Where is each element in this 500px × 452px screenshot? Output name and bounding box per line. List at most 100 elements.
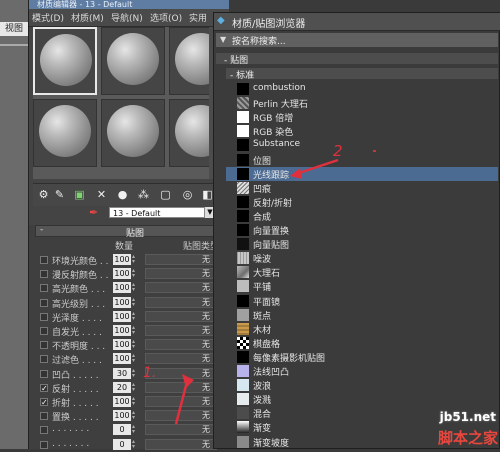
spinner-arrows-icon[interactable]: ▴ ▾ [132,353,138,364]
map-amount-spinner[interactable]: 100 [113,353,131,365]
map-list-item[interactable]: 平面镜 [226,294,498,308]
spinner-arrows-icon[interactable]: ▴ ▾ [132,424,138,435]
map-amount-spinner[interactable]: 100 [113,410,131,422]
map-list-item[interactable]: 合成 [226,209,498,223]
map-list-item[interactable]: 光线跟踪 [226,166,498,181]
spinner-arrows-icon[interactable]: ▴ ▾ [132,325,138,336]
assign-material-icon[interactable]: ▣ [73,188,86,201]
map-enable-checkbox[interactable]: ✓ [40,398,48,407]
maps-group-header[interactable]: - 贴图 [216,53,498,66]
menu-navigation[interactable]: 导航(N) [111,11,143,24]
map-slot-button[interactable]: 无 [145,353,217,365]
map-slot-button[interactable]: 无 [145,339,217,351]
menu-mode[interactable]: 模式(D) [32,11,64,24]
map-list-item[interactable]: combustion [226,82,498,96]
map-amount-spinner[interactable]: 100 [113,296,131,308]
sample-slot[interactable] [33,27,97,95]
map-list-item[interactable]: RGB 染色 [226,124,498,138]
sample-slot[interactable] [101,27,165,95]
map-amount-spinner[interactable]: 0 [113,438,131,450]
map-enable-checkbox[interactable] [40,440,48,449]
map-enable-checkbox[interactable] [40,256,48,264]
map-enable-checkbox[interactable] [40,270,48,279]
spinner-arrows-icon[interactable]: ▴ ▾ [132,268,138,279]
standard-group-header[interactable]: - 标准 [226,68,498,81]
spinner-arrows-icon[interactable]: ▴ ▾ [132,381,138,393]
map-enable-checkbox[interactable] [40,284,48,293]
map-enable-checkbox[interactable] [40,355,48,364]
map-enable-checkbox[interactable]: ✓ [40,383,48,392]
material-id-icon[interactable]: ◎ [181,188,194,201]
spinner-arrows-icon[interactable]: ▴ ▾ [132,282,138,293]
menu-utilities[interactable]: 实用 [189,11,207,24]
map-amount-spinner[interactable]: 100 [113,325,131,336]
map-list-item[interactable]: 波浪 [226,378,498,392]
map-slot-button[interactable]: 无 [145,282,217,294]
search-options-icon[interactable]: ▼ [220,35,226,44]
map-amount-spinner[interactable]: 0 [113,424,131,436]
map-list-item[interactable]: 大理石 [226,265,498,279]
get-material-icon[interactable]: ⚙ [37,188,50,201]
put-to-library-icon[interactable]: ▢ [159,188,172,201]
map-list-item[interactable]: RGB 倍增 [226,110,498,124]
map-list-item[interactable]: 凹痕 [226,181,498,195]
map-list-item[interactable]: 棋盘格 [226,336,498,350]
map-list-item[interactable]: 反射/折射 [226,195,498,209]
spinner-arrows-icon[interactable]: ▴ ▾ [132,296,138,308]
make-unique-icon[interactable]: ⁂ [137,188,150,201]
map-enable-checkbox[interactable] [40,426,48,435]
map-enable-checkbox[interactable] [40,341,48,350]
menu-material[interactable]: 材质(M) [71,11,104,24]
map-amount-spinner[interactable]: 100 [113,396,131,407]
map-amount-spinner[interactable]: 100 [113,268,131,280]
map-list-item[interactable]: 向量贴图 [226,237,498,251]
spinner-arrows-icon[interactable]: ▴ ▾ [132,396,138,407]
map-list-item[interactable]: 位图 [226,153,498,167]
sample-slot[interactable] [33,99,97,167]
map-enable-checkbox[interactable] [40,412,48,421]
map-list-item[interactable]: 每像素摄影机贴图 [226,350,498,364]
map-list-item[interactable]: 泼溅 [226,392,498,406]
map-amount-spinner[interactable]: 30 [113,367,131,379]
map-amount-spinner[interactable]: 100 [113,282,131,294]
map-amount-spinner[interactable]: 100 [113,254,131,265]
spinner-arrows-icon[interactable]: ▴ ▾ [132,410,138,421]
copy-material-icon[interactable]: ● [116,188,129,201]
spinner-arrows-icon[interactable]: ▴ ▾ [132,367,138,379]
map-list-item[interactable]: 噪波 [226,251,498,265]
reset-map-icon[interactable]: ✕ [95,188,108,201]
maps-rollout-title: 贴图 [126,229,145,239]
eyedropper-icon[interactable]: ✒ [89,207,101,219]
maps-rollout-header[interactable]: - 贴图 [35,225,225,239]
spinner-arrows-icon[interactable]: ▴ ▾ [132,339,138,350]
map-list-item[interactable]: 向量置换 [226,223,498,237]
map-list-item[interactable]: Substance [226,138,498,152]
map-enable-checkbox[interactable] [40,298,48,307]
map-slot-button[interactable]: 无 [145,325,217,336]
map-slot-button[interactable]: 无 [145,438,217,450]
sample-slot[interactable] [101,99,165,167]
menu-options[interactable]: 选项(O) [150,11,182,24]
map-slot-button[interactable]: 无 [145,254,217,265]
map-enable-checkbox[interactable] [40,327,48,335]
map-slot-button[interactable]: 无 [145,268,217,280]
map-enable-checkbox[interactable] [40,312,48,321]
map-list-item[interactable]: 法线凹凸 [226,364,498,378]
map-list-item[interactable]: 木材 [226,322,498,336]
spinner-arrows-icon[interactable]: ▴ ▾ [132,254,138,265]
spinner-arrows-icon[interactable]: ▴ ▾ [132,438,138,450]
viewport-tab[interactable]: 视图 [0,22,28,36]
put-to-scene-icon[interactable]: ✎ [53,188,66,201]
browser-search-input[interactable]: ▼ 按名称搜索... [216,33,498,47]
map-slot-button[interactable]: 无 [145,310,217,322]
map-enable-checkbox[interactable] [40,369,48,378]
map-list-item[interactable]: Perlin 大理石 [226,96,498,110]
map-list-item[interactable]: 斑点 [226,308,498,322]
map-list-item[interactable]: 平铺 [226,279,498,293]
material-name-field[interactable]: 13 - Default [109,207,205,218]
map-amount-spinner[interactable]: 100 [113,339,131,351]
map-amount-spinner[interactable]: 20 [113,381,131,393]
map-slot-button[interactable]: 无 [145,296,217,308]
map-amount-spinner[interactable]: 100 [113,310,131,322]
spinner-arrows-icon[interactable]: ▴ ▾ [132,310,138,322]
